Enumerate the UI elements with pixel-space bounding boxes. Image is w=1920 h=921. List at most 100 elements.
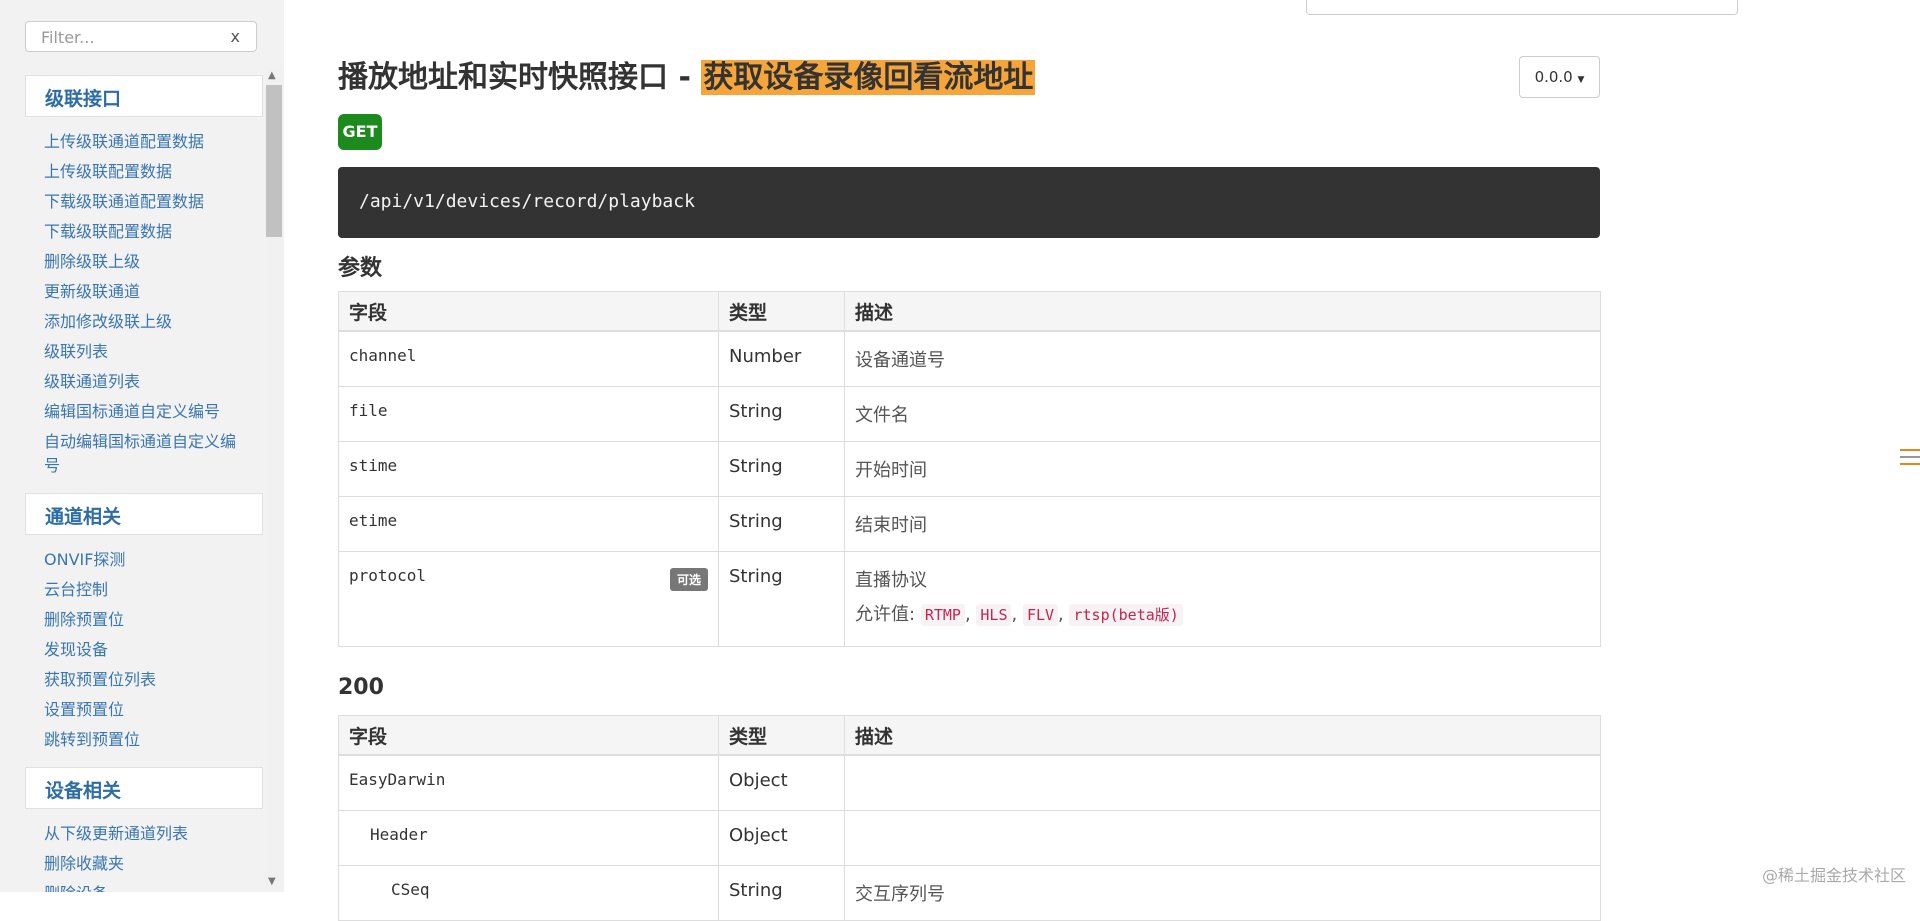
response-desc: 交互序列号 [844, 865, 1601, 921]
param-desc: 直播协议 [855, 570, 927, 591]
param-type: String [718, 386, 845, 442]
nav-item[interactable]: 更新级联通道 [44, 277, 263, 307]
table-row: channel Number 设备通道号 [338, 330, 1601, 387]
param-field: etime [338, 496, 719, 552]
response-field: EasyDarwin [338, 754, 719, 811]
table-header-row: 字段 类型 描述 [338, 715, 1601, 756]
param-type: String [718, 441, 845, 497]
param-field: stime [338, 441, 719, 497]
allowed-values: 允许值: RTMP, HLS, FLV, rtsp(beta版) [855, 600, 1590, 626]
nav-item[interactable]: 下载级联通道配置数据 [44, 187, 263, 217]
params-heading: 参数 [338, 256, 383, 281]
response-field: CSeq [338, 865, 719, 921]
nav-item[interactable]: 从下级更新通道列表 [44, 819, 263, 849]
page-title-prefix: 播放地址和实时快照接口 - [338, 60, 702, 95]
nav-item[interactable]: 级联列表 [44, 337, 263, 367]
version-label: 0.0.0 [1534, 68, 1573, 86]
watermark: @稀土掘金技术社区 [1761, 866, 1906, 885]
nav-item[interactable]: 级联通道列表 [44, 367, 263, 397]
allowed-value: FLV [1022, 604, 1059, 626]
param-desc-cell: 直播协议 允许值: RTMP, HLS, FLV, rtsp(beta版) [844, 551, 1601, 647]
param-desc: 文件名 [844, 386, 1601, 442]
param-field: protocol [349, 566, 427, 585]
allowed-value: RTMP [920, 604, 965, 626]
nav-group-title[interactable]: 通道相关 [25, 493, 263, 535]
nav-item[interactable]: 删除收藏夹 [44, 849, 263, 879]
table-row: CSeq String 交互序列号 [338, 865, 1601, 921]
table-row: file String 文件名 [338, 386, 1601, 442]
nav-item[interactable]: 上传级联通道配置数据 [44, 127, 263, 157]
endpoint-bar: /api/v1/devices/record/playback [338, 167, 1600, 238]
nav-item[interactable]: 跳转到预置位 [44, 725, 263, 755]
params-table: 字段 类型 描述 channel Number 设备通道号 file Strin… [338, 291, 1601, 647]
page-title: 播放地址和实时快照接口 - 获取设备录像回看流地址 [338, 52, 1036, 96]
param-field-cell: protocol 可选 [338, 551, 719, 647]
optional-badge: 可选 [669, 568, 708, 591]
table-row: EasyDarwin Object [338, 754, 1601, 811]
param-desc: 设备通道号 [844, 330, 1601, 387]
nav-group-device: 设备相关 从下级更新通道列表 删除收藏夹 删除设备 [25, 767, 263, 892]
nav-item[interactable]: 发现设备 [44, 635, 263, 665]
sidebar-scrollbar-thumb[interactable] [266, 85, 282, 237]
response-type: Object [718, 754, 845, 811]
nav-group-channel: 通道相关 ONVIF探测 云台控制 删除预置位 发现设备 获取预置位列表 设置预… [25, 493, 263, 767]
sidebar-nav: 级联接口 上传级联通道配置数据 上传级联配置数据 下载级联通道配置数据 下载级联… [25, 75, 263, 892]
table-header-row: 字段 类型 描述 [338, 291, 1601, 332]
param-type: Number [718, 330, 845, 387]
scroll-up-arrow-icon[interactable]: ▲ [268, 70, 276, 81]
nav-item[interactable]: 自动编辑国标通道自定义编号 [44, 427, 263, 481]
column-header: 描述 [844, 715, 1601, 756]
allowed-value: rtsp(beta版) [1069, 604, 1183, 626]
nav-group-title[interactable]: 级联接口 [25, 75, 263, 117]
param-desc: 结束时间 [844, 496, 1601, 552]
caret-down-icon: ▼ [1577, 75, 1585, 85]
nav-item[interactable]: 上传级联配置数据 [44, 157, 263, 187]
table-row: etime String 结束时间 [338, 496, 1601, 552]
nav-item[interactable]: 删除设备 [44, 879, 263, 892]
filter-placeholder: Filter... [41, 28, 95, 47]
nav-group-cascade: 级联接口 上传级联通道配置数据 上传级联配置数据 下载级联通道配置数据 下载级联… [25, 75, 263, 493]
response-heading: 200 [338, 675, 384, 700]
table-row: stime String 开始时间 [338, 441, 1601, 497]
column-header: 字段 [338, 715, 719, 756]
table-row: protocol 可选 String 直播协议 允许值: RTMP, HLS, … [338, 551, 1601, 647]
response-type: String [718, 865, 845, 921]
scroll-down-arrow-icon[interactable]: ▼ [268, 876, 276, 887]
column-header: 字段 [338, 291, 719, 332]
sidebar: Filter... x 级联接口 上传级联通道配置数据 上传级联配置数据 下载级… [0, 0, 284, 892]
response-type: Object [718, 810, 845, 866]
nav-item[interactable]: ONVIF探测 [44, 545, 263, 575]
nav-item[interactable]: 编辑国标通道自定义编号 [44, 397, 263, 427]
response-table: 字段 类型 描述 EasyDarwin Object Header Object… [338, 715, 1601, 921]
nav-item[interactable]: 云台控制 [44, 575, 263, 605]
nav-item[interactable]: 添加修改级联上级 [44, 307, 263, 337]
nav-item[interactable]: 下载级联配置数据 [44, 217, 263, 247]
allowed-value: HLS [976, 604, 1012, 626]
nav-group-title[interactable]: 设备相关 [25, 767, 263, 809]
response-desc [844, 754, 1601, 811]
param-field: channel [338, 330, 719, 387]
response-desc [844, 810, 1601, 866]
filter-input[interactable]: Filter... x [25, 21, 257, 52]
response-field: Header [338, 810, 719, 866]
nav-item[interactable]: 获取预置位列表 [44, 665, 263, 695]
column-header: 类型 [718, 291, 845, 332]
scroll-marker-icon [1900, 449, 1920, 465]
filter-clear-button[interactable]: x [231, 27, 240, 46]
column-header: 描述 [844, 291, 1601, 332]
version-dropdown[interactable]: 0.0.0 ▼ [1519, 56, 1600, 98]
nav-item[interactable]: 删除级联上级 [44, 247, 263, 277]
nav-item[interactable]: 设置预置位 [44, 695, 263, 725]
param-type: String [718, 551, 845, 647]
method-badge: GET [338, 114, 382, 150]
allowed-label: 允许值: [855, 604, 916, 625]
param-field: file [338, 386, 719, 442]
page-title-highlight: 获取设备录像回看流地址 [701, 60, 1036, 95]
nav-item[interactable]: 删除预置位 [44, 605, 263, 635]
param-type: String [718, 496, 845, 552]
param-desc: 开始时间 [844, 441, 1601, 497]
dropdown-popup-edge [1306, 0, 1738, 15]
table-row: Header Object [338, 810, 1601, 866]
endpoint-url: /api/v1/devices/record/playback [359, 191, 695, 212]
column-header: 类型 [718, 715, 845, 756]
